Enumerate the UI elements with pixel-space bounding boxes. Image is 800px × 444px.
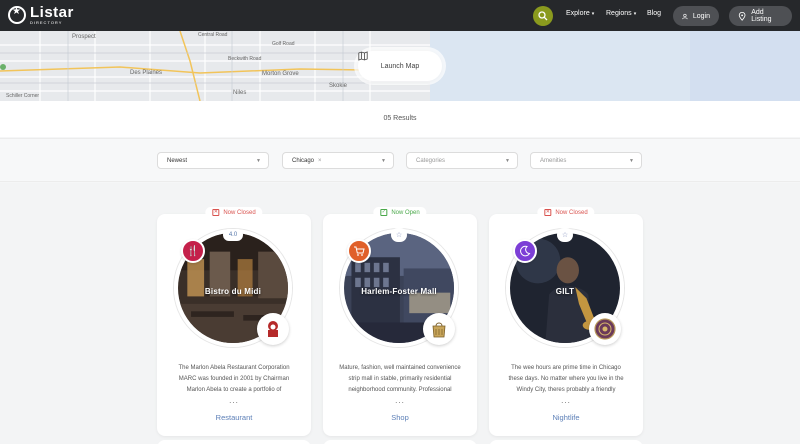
star-icon: ☆ xyxy=(557,228,573,242)
listings-grid: ✕ Now Closed Bistro du Midi 🍴 4.0 The Ma… xyxy=(0,183,800,444)
map-place-label: Beckwith Road xyxy=(228,56,262,62)
chevron-down-icon: ▼ xyxy=(629,158,634,164)
sort-select-value: Newest xyxy=(167,157,188,164)
region-select[interactable]: Chicago × ▼ xyxy=(282,152,394,169)
chevron-down-icon: ▾ xyxy=(591,10,595,17)
nav-blog-label: Blog xyxy=(647,10,662,17)
close-icon: ✕ xyxy=(544,209,552,216)
category-link[interactable]: Nightlife xyxy=(489,413,643,422)
listing-title: Harlem-Foster Mall xyxy=(361,287,437,296)
more-indicator: ... xyxy=(395,396,405,405)
listing-logo xyxy=(257,313,289,345)
category-select[interactable]: Categories ▼ xyxy=(406,152,518,169)
top-header: Listar DIRECTORY Explore ▾ Regions ▾ Blo… xyxy=(0,0,800,31)
login-button[interactable]: Login xyxy=(673,6,719,26)
shopping-bag-logo-icon xyxy=(432,322,446,338)
map-place-label: Skokie xyxy=(329,83,348,89)
sort-select[interactable]: Newest ▼ xyxy=(157,152,269,169)
nav-blog[interactable]: Blog xyxy=(647,10,661,17)
status-text: Now Closed xyxy=(555,209,588,216)
listing-description: The Marlon Abela Restaurant Corporation … xyxy=(178,365,290,393)
gilt-logo-icon xyxy=(594,318,616,340)
chevron-down-icon: ▼ xyxy=(256,158,261,164)
listing-card[interactable]: ✕ Now Closed Bistro du Midi 🍴 4.0 The Ma… xyxy=(157,207,311,436)
listing-logo xyxy=(589,313,621,345)
map-place-label: Central Road xyxy=(198,32,228,38)
location-star-icon xyxy=(8,6,26,24)
map-place-label: Golf Road xyxy=(272,41,295,47)
map-place-label: Schiller Corner xyxy=(6,93,40,99)
nav-regions-label: Regions xyxy=(606,10,632,17)
chevron-down-icon: ▼ xyxy=(505,158,510,164)
chevron-down-icon: ▾ xyxy=(633,10,637,17)
chef-logo-icon xyxy=(268,321,278,337)
add-listing-label: Add Listing xyxy=(751,9,772,23)
login-label: Login xyxy=(692,12,710,20)
map-place-label: Morton Grove xyxy=(262,71,299,77)
listing-card[interactable]: ✓ Now Open Harlem-Foster Mall ☆ Mature, … xyxy=(323,207,477,436)
category-link[interactable]: Restaurant xyxy=(157,413,311,422)
listing-card[interactable]: ✕ Now Closed GILT ☆ The wee hours are pr… xyxy=(489,207,643,436)
chevron-down-icon: ▼ xyxy=(381,158,386,164)
user-icon xyxy=(682,13,688,19)
cart-icon xyxy=(347,239,371,263)
amenities-select[interactable]: Amenities ▼ xyxy=(530,152,642,169)
search-button[interactable] xyxy=(533,6,553,26)
moon-icon xyxy=(513,239,537,263)
map-preview[interactable]: Prospect Des Plaines Schiller Corner Cen… xyxy=(0,31,800,101)
status-badge: ✕ Now Closed xyxy=(537,207,595,218)
nav-explore[interactable]: Explore ▾ xyxy=(566,10,594,17)
map-icon xyxy=(358,51,368,61)
amenities-select-placeholder: Amenities xyxy=(540,157,567,164)
more-indicator: ... xyxy=(229,396,239,405)
nav-explore-label: Explore xyxy=(566,10,590,17)
listing-title: Bistro du Midi xyxy=(204,287,262,296)
listing-card-next-row xyxy=(323,440,477,444)
rating-badge: 4.0 xyxy=(223,229,243,241)
listing-card-next-row xyxy=(157,440,311,444)
filter-bar: Newest ▼ Chicago × ▼ Categories ▼ Amenit… xyxy=(0,138,800,182)
search-icon xyxy=(538,11,548,21)
more-indicator: ... xyxy=(561,396,571,405)
map-place-label: Niles xyxy=(233,90,247,96)
results-count: 05 Results xyxy=(0,101,800,137)
listing-description: Mature, fashion, well maintained conveni… xyxy=(339,365,461,393)
listing-logo xyxy=(423,313,455,345)
category-select-placeholder: Categories xyxy=(416,157,446,164)
listing-description: The wee hours are prime time in Chicago … xyxy=(508,365,624,393)
listing-title: GILT xyxy=(555,287,575,296)
status-badge: ✕ Now Closed xyxy=(205,207,263,218)
star-icon: ☆ xyxy=(391,228,407,242)
status-badge: ✓ Now Open xyxy=(373,207,427,218)
location-pin-icon xyxy=(738,11,746,21)
cutlery-icon: 🍴 xyxy=(181,239,205,263)
launch-map-button[interactable]: Launch Map xyxy=(358,51,442,81)
map-place-label: Prospect xyxy=(72,34,96,40)
launch-map-label: Launch Map xyxy=(380,62,420,70)
nav-regions[interactable]: Regions ▾ xyxy=(606,10,636,17)
add-listing-button[interactable]: Add Listing xyxy=(729,6,792,26)
brand-subtitle: DIRECTORY xyxy=(30,20,63,25)
close-icon: ✕ xyxy=(212,209,220,216)
status-text: Now Open xyxy=(391,209,420,216)
check-icon: ✓ xyxy=(380,209,388,216)
map-place-label: Des Plaines xyxy=(130,70,163,76)
brand-logo[interactable]: Listar DIRECTORY xyxy=(8,5,74,25)
status-text: Now Closed xyxy=(223,209,256,216)
listing-card-next-row xyxy=(489,440,643,444)
brand-name: Listar xyxy=(30,4,74,21)
region-select-value: Chicago xyxy=(292,157,315,164)
remove-tag-icon[interactable]: × xyxy=(318,158,322,164)
category-link[interactable]: Shop xyxy=(323,413,477,422)
results-count-text: 05 Results xyxy=(383,115,417,122)
